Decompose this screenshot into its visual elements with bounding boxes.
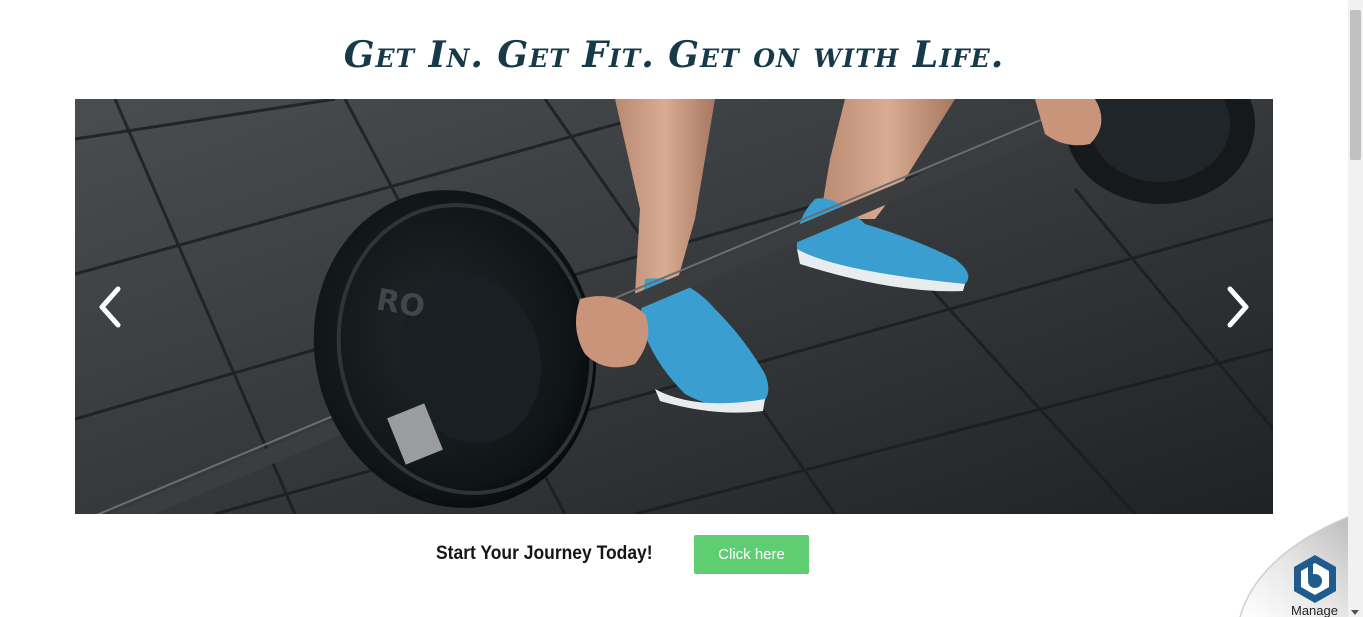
carousel-prev-button[interactable] — [90, 283, 130, 331]
scrollbar-thumb[interactable] — [1350, 10, 1361, 160]
page: Get In. Get Fit. Get on with Life. RO St… — [0, 0, 1363, 617]
hero-image: RO — [75, 99, 1273, 514]
chevron-right-icon — [1227, 286, 1249, 328]
click-here-button[interactable]: Click here — [694, 535, 809, 574]
cta-row: Start Your Journey Today! Click here — [0, 535, 1348, 575]
page-headline: Get In. Get Fit. Get on with Life. — [343, 34, 1005, 76]
page-scrollbar[interactable] — [1348, 0, 1363, 617]
image-carousel[interactable]: RO — [75, 99, 1273, 514]
privacy-widget[interactable] — [1238, 515, 1348, 617]
scroll-down-arrow-icon[interactable] — [1351, 610, 1359, 615]
cta-text: Start Your Journey Today! — [436, 543, 653, 564]
manage-label[interactable]: Manage — [1291, 603, 1338, 617]
carousel-next-button[interactable] — [1218, 283, 1258, 331]
chevron-left-icon — [99, 286, 121, 328]
